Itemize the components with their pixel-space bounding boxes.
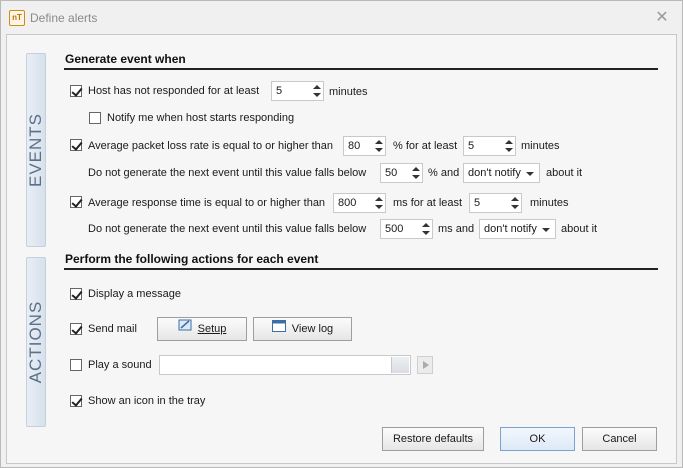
response-time-mid-label: ms for at least: [393, 197, 463, 209]
select-value: don't notify: [484, 223, 537, 235]
packet-loss-hold-spinner[interactable]: 50: [380, 163, 423, 183]
define-alerts-window: nT Define alerts ✕ EVENTS ACTIONS Genera…: [0, 0, 683, 468]
display-message-checkbox[interactable]: [70, 288, 82, 300]
send-mail-checkbox[interactable]: [70, 323, 82, 335]
response-time-hold-spinner[interactable]: 500: [380, 219, 433, 239]
title-bar: nT Define alerts ✕: [1, 1, 682, 35]
packet-loss-notify-select[interactable]: don't notify: [463, 163, 540, 183]
spin-down-icon[interactable]: [511, 205, 519, 209]
spin-up-icon[interactable]: [375, 197, 383, 201]
spin-down-icon[interactable]: [375, 148, 383, 152]
spinner-value: 5: [276, 85, 283, 97]
packet-loss-minutes-label: minutes: [521, 140, 560, 152]
folder-open-icon[interactable]: [391, 357, 409, 373]
response-time-ms-spinner[interactable]: 800: [333, 193, 386, 213]
spin-down-icon[interactable]: [505, 148, 513, 152]
play-sound-checkbox[interactable]: [70, 359, 82, 371]
tab-actions[interactable]: ACTIONS: [26, 257, 46, 427]
ok-button[interactable]: OK: [500, 427, 575, 451]
ok-label: OK: [529, 433, 546, 445]
spinner-value: 5: [474, 197, 481, 209]
spinner-value: 80: [348, 140, 361, 152]
spinner-value: 5: [468, 140, 475, 152]
notify-host-starts-checkbox[interactable]: [89, 112, 101, 124]
response-time-minutes-spinner[interactable]: 5: [469, 193, 522, 213]
spin-up-icon[interactable]: [505, 140, 513, 144]
play-sound-label: Play a sound: [88, 359, 152, 371]
actions-heading: Perform the following actions for each e…: [65, 252, 319, 266]
send-mail-label: Send mail: [88, 323, 137, 335]
spinner-value: 800: [338, 197, 357, 209]
setup-mail-icon: [178, 318, 192, 340]
packet-loss-checkbox[interactable]: [70, 139, 82, 151]
minutes-unit-label: minutes: [329, 86, 368, 98]
spin-up-icon[interactable]: [313, 85, 321, 89]
response-time-hold-suffix: about it: [561, 223, 598, 235]
packet-loss-hold-suffix: about it: [546, 167, 583, 179]
restore-defaults-label: Restore defaults: [392, 433, 474, 445]
response-time-label: Average response time is equal to or hig…: [88, 197, 326, 209]
setup-button[interactable]: Setup: [157, 317, 247, 341]
response-time-hold-label: Do not generate the next event until thi…: [88, 223, 367, 235]
tab-events-label: EVENTS: [26, 112, 45, 188]
view-log-button[interactable]: View log: [253, 317, 352, 341]
tab-actions-label: ACTIONS: [26, 300, 45, 384]
view-log-button-label: View log: [291, 323, 334, 335]
tray-icon-label: Show an icon in the tray: [88, 395, 206, 407]
cancel-button[interactable]: Cancel: [582, 427, 657, 451]
window-title: Define alerts: [30, 11, 98, 25]
setup-button-label: Setup: [197, 323, 227, 335]
app-logo-icon: nT: [9, 10, 25, 26]
packet-loss-mid-label: % for at least: [393, 140, 458, 152]
spin-up-icon[interactable]: [422, 223, 430, 227]
host-not-responded-label: Host has not responded for at least: [88, 85, 260, 97]
spinner-value: 500: [385, 223, 404, 235]
window-icon: [271, 318, 286, 340]
spin-up-icon[interactable]: [511, 197, 519, 201]
sound-file-input[interactable]: [159, 355, 411, 375]
play-icon[interactable]: [417, 356, 433, 374]
response-time-minutes-label: minutes: [530, 197, 569, 209]
spin-down-icon[interactable]: [375, 205, 383, 209]
spin-up-icon[interactable]: [375, 140, 383, 144]
spin-down-icon[interactable]: [313, 93, 321, 97]
notify-host-starts-label: Notify me when host starts responding: [107, 112, 295, 124]
events-heading: Generate event when: [65, 52, 186, 66]
spin-down-icon[interactable]: [422, 231, 430, 235]
response-time-checkbox[interactable]: [70, 196, 82, 208]
host-not-responded-minutes-spinner[interactable]: 5: [271, 81, 324, 101]
tray-icon-checkbox[interactable]: [70, 395, 82, 407]
events-divider: [64, 68, 658, 70]
packet-loss-hold-unit: % and: [428, 167, 460, 179]
response-time-notify-select[interactable]: don't notify: [479, 219, 556, 239]
packet-loss-percent-spinner[interactable]: 80: [343, 136, 386, 156]
host-not-responded-checkbox[interactable]: [70, 85, 82, 97]
response-time-hold-unit: ms and: [438, 223, 475, 235]
display-message-label: Display a message: [88, 288, 181, 300]
spinner-value: 50: [385, 167, 398, 179]
close-icon[interactable]: ✕: [653, 9, 671, 27]
dialog-body: EVENTS ACTIONS Generate event when Host …: [6, 34, 677, 464]
packet-loss-minutes-spinner[interactable]: 5: [463, 136, 516, 156]
packet-loss-hold-label: Do not generate the next event until thi…: [88, 167, 367, 179]
spin-down-icon[interactable]: [412, 175, 420, 179]
tab-events[interactable]: EVENTS: [26, 53, 46, 247]
spin-up-icon[interactable]: [412, 167, 420, 171]
chevron-down-icon[interactable]: [542, 228, 550, 232]
cancel-label: Cancel: [602, 433, 637, 445]
packet-loss-label: Average packet loss rate is equal to or …: [88, 140, 334, 152]
actions-divider: [64, 268, 658, 270]
select-value: don't notify: [468, 167, 521, 179]
chevron-down-icon[interactable]: [526, 172, 534, 176]
restore-defaults-button[interactable]: Restore defaults: [382, 427, 484, 451]
